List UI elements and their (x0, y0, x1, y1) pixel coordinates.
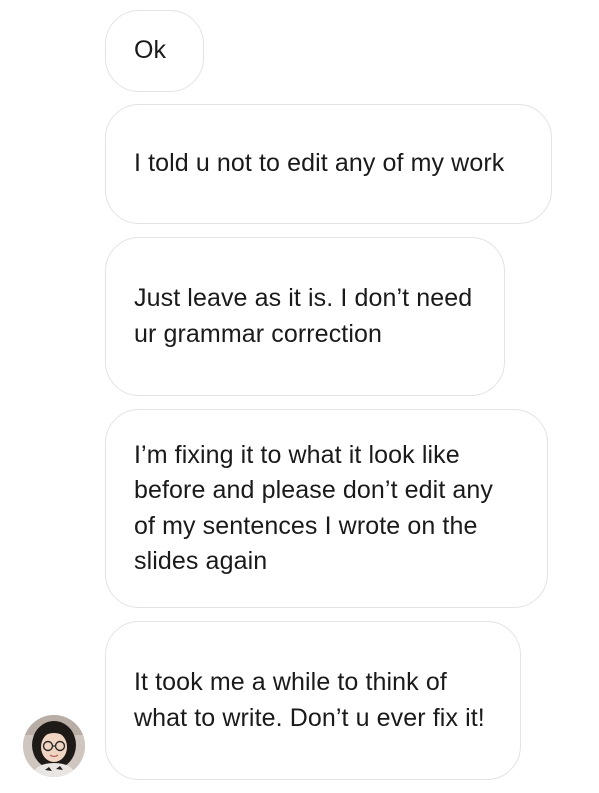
message-bubble[interactable]: Ok (105, 10, 204, 92)
message-thread: Ok I told u not to edit any of my work J… (0, 0, 599, 793)
message-bubble[interactable]: I told u not to edit any of my work (105, 104, 552, 224)
profile-photo-icon (23, 715, 85, 777)
message-text: I’m fixing it to what it look like befor… (134, 440, 494, 576)
message-text: Just leave as it is. I don’t need ur gra… (134, 284, 473, 348)
message-bubble[interactable]: I’m fixing it to what it look like befor… (105, 409, 548, 608)
message-text: I told u not to edit any of my work (134, 149, 505, 178)
message-bubble[interactable]: It took me a while to think of what to w… (105, 621, 521, 780)
message-text: Ok (134, 36, 167, 65)
message-bubble[interactable]: Just leave as it is. I don’t need ur gra… (105, 237, 505, 396)
message-text: It took me a while to think of what to w… (134, 668, 485, 732)
sender-avatar[interactable] (23, 715, 85, 777)
